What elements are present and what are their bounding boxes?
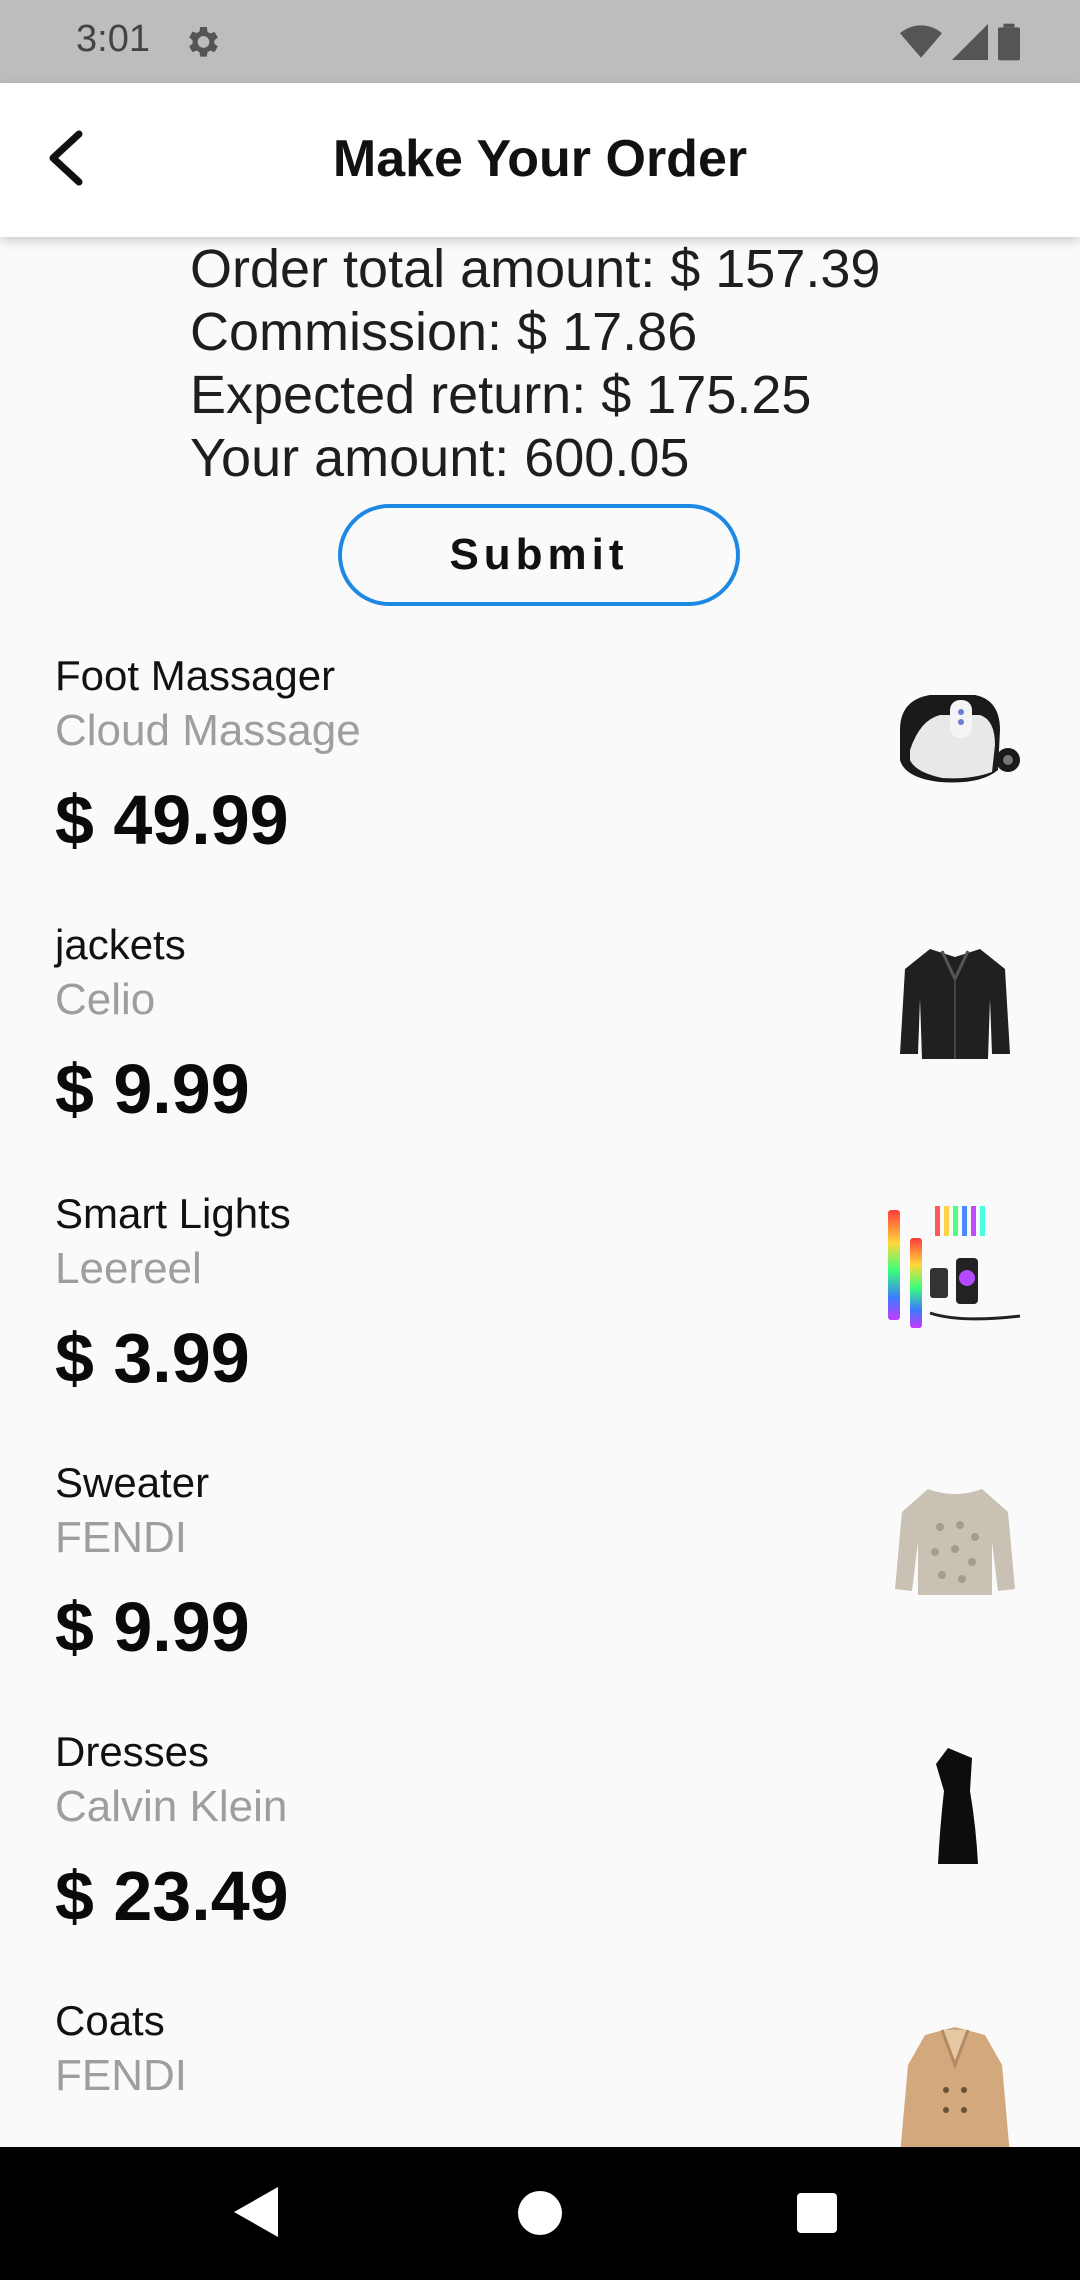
product-price: $ 49.99 <box>55 781 289 859</box>
product-price: $ 23.49 <box>55 1857 289 1935</box>
product-brand: Celio <box>55 975 156 1024</box>
sweater-image <box>895 1489 1015 1595</box>
nav-recents-icon[interactable] <box>797 2193 837 2233</box>
product-price: $ 9.99 <box>55 1050 250 1128</box>
product-price: $ 3.99 <box>55 1319 250 1397</box>
product-name: jackets <box>55 921 186 968</box>
battery-icon <box>998 23 1020 61</box>
app-bar: Make Your Order <box>0 83 1080 237</box>
commission-text: Commission: $ 17.86 <box>190 302 698 362</box>
product-price: $ 9.99 <box>55 1588 250 1666</box>
product-item[interactable]: Sweater FENDI $ 9.99 <box>0 1447 1080 1716</box>
order-summary: Order total amount: $ 157.39 Commission:… <box>190 238 1050 490</box>
nav-back-icon[interactable] <box>234 2187 278 2237</box>
dress-image <box>936 1748 978 1864</box>
gear-icon <box>189 27 218 57</box>
foot-massager-image <box>900 695 1020 783</box>
product-item[interactable]: Coats FENDI <box>0 1985 1080 2147</box>
nav-home-icon[interactable] <box>518 2191 562 2235</box>
leather-jacket-image <box>900 949 1010 1059</box>
product-name: Foot Massager <box>55 652 336 699</box>
status-time: 3:01 <box>76 18 150 60</box>
product-item[interactable]: Dresses Calvin Klein $ 23.49 <box>0 1716 1080 1985</box>
product-name: Dresses <box>55 1728 210 1775</box>
order-total-text: Order total amount: $ 157.39 <box>190 239 881 299</box>
expected-return-text: Expected return: $ 175.25 <box>190 365 812 425</box>
page-title: Make Your Order <box>332 130 748 188</box>
product-item[interactable]: Foot Massager Cloud Massage $ 49.99 <box>0 640 1080 909</box>
product-item[interactable]: Smart Lights Leereel $ 3.99 <box>0 1178 1080 1447</box>
navigation-bar <box>0 2147 1080 2280</box>
product-brand: FENDI <box>55 2051 187 2100</box>
submit-button[interactable]: Submit <box>338 504 740 606</box>
wifi-icon <box>900 25 942 58</box>
product-brand: Leereel <box>55 1244 202 1293</box>
status-bar: 3:01 <box>0 0 1080 83</box>
your-amount-text: Your amount: 600.05 <box>190 428 690 488</box>
product-brand: Cloud Massage <box>55 706 361 755</box>
product-name: Sweater <box>55 1459 210 1506</box>
coat-image <box>900 2027 1010 2147</box>
product-list[interactable]: Foot Massager Cloud Massage $ 49.99 jack… <box>0 640 1080 2147</box>
status-icons <box>900 22 1020 62</box>
product-item[interactable]: jackets Celio $ 9.99 <box>0 909 1080 1178</box>
product-name: Coats <box>55 1997 165 2044</box>
product-brand: FENDI <box>55 1513 187 1562</box>
signal-icon <box>952 24 988 60</box>
screen: 3:01 Make Your Order Order total amount:… <box>0 0 1080 2280</box>
product-brand: Calvin Klein <box>55 1782 288 1831</box>
smart-lights-image <box>888 1206 1021 1328</box>
product-name: Smart Lights <box>55 1190 291 1237</box>
